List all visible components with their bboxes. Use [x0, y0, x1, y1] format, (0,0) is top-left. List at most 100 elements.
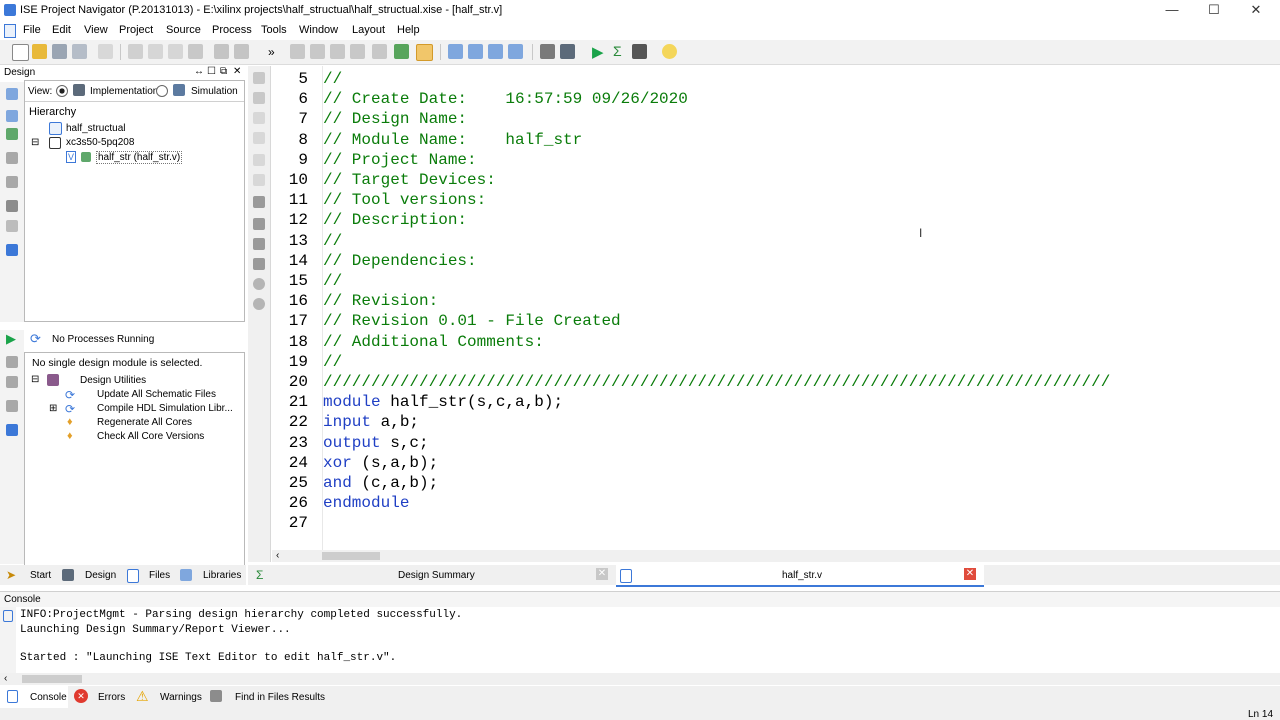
- new-source-icon[interactable]: [6, 88, 18, 100]
- find-icon[interactable]: [253, 196, 265, 208]
- implementation-label[interactable]: Implementation: [90, 86, 158, 97]
- code-line[interactable]: // Additional Comments:: [323, 333, 544, 351]
- code-line[interactable]: endmodule: [323, 494, 409, 512]
- item-expander[interactable]: ⊞: [49, 403, 57, 414]
- run-icon[interactable]: ▶: [592, 43, 604, 61]
- code-line[interactable]: // Tool versions:: [323, 191, 486, 209]
- replace-icon[interactable]: [253, 218, 265, 230]
- tab-warnings[interactable]: Warnings: [160, 692, 202, 703]
- menu-layout[interactable]: Layout: [352, 24, 385, 36]
- menu-process[interactable]: Process: [212, 24, 252, 36]
- select-icon[interactable]: [416, 44, 433, 61]
- tab-design-summary[interactable]: Design Summary: [398, 570, 475, 581]
- report-icon[interactable]: [6, 220, 18, 232]
- help-icon[interactable]: [560, 44, 575, 59]
- menu-view[interactable]: View: [84, 24, 108, 36]
- bookmark-icon[interactable]: [253, 154, 265, 166]
- panel-restore-icon[interactable]: ↔: [194, 66, 204, 77]
- menu-file[interactable]: File: [23, 24, 41, 36]
- tree-project[interactable]: half_structual: [66, 123, 125, 134]
- cascade-icon[interactable]: [448, 44, 463, 59]
- hierarchy-icon[interactable]: [6, 152, 18, 164]
- group-expander[interactable]: ⊟: [31, 374, 39, 385]
- new-icon[interactable]: [12, 44, 29, 61]
- scroll-left-icon[interactable]: ‹: [276, 550, 279, 561]
- uncomment-icon[interactable]: [253, 132, 265, 144]
- code-line[interactable]: // Revision 0.01 - File Created: [323, 312, 621, 330]
- tile-vertical-icon[interactable]: [488, 44, 503, 59]
- code-line[interactable]: // Revision:: [323, 292, 438, 310]
- console-scroll-thumb[interactable]: [22, 675, 82, 683]
- rerun-icon[interactable]: [6, 356, 18, 368]
- outdent-icon[interactable]: [253, 92, 265, 104]
- cut-icon[interactable]: [128, 44, 143, 59]
- code-line[interactable]: //: [323, 272, 342, 290]
- code-line[interactable]: ////////////////////////////////////////…: [323, 373, 1110, 391]
- rerun-all-icon[interactable]: [6, 376, 18, 388]
- process-item[interactable]: Check All Core Versions: [97, 431, 204, 442]
- tree-device[interactable]: xc3s50-5pq208: [66, 137, 134, 148]
- paste-icon[interactable]: [168, 44, 183, 59]
- maximize-button[interactable]: ☐: [1200, 1, 1228, 19]
- menu-window[interactable]: Window: [299, 24, 338, 36]
- add-source-icon[interactable]: [6, 110, 18, 122]
- console-scrollbar[interactable]: ‹: [0, 673, 1280, 685]
- code-line[interactable]: // Target Devices:: [323, 171, 496, 189]
- code-line[interactable]: //: [323, 353, 342, 371]
- find-prev-icon[interactable]: [253, 258, 265, 270]
- close-tab-icon[interactable]: ✕: [596, 568, 608, 580]
- design-goals-icon[interactable]: [540, 44, 555, 59]
- console-output[interactable]: INFO:ProjectMgmt - Parsing design hierar…: [0, 607, 1280, 673]
- code-line[interactable]: input a,b;: [323, 413, 419, 431]
- process-item[interactable]: Update All Schematic Files: [97, 389, 216, 400]
- undo-icon[interactable]: [214, 44, 229, 59]
- menu-edit[interactable]: Edit: [52, 24, 71, 36]
- redo-icon[interactable]: [234, 44, 249, 59]
- run-process-icon[interactable]: ▶: [6, 331, 16, 347]
- code-line[interactable]: xor (s,a,b);: [323, 454, 438, 472]
- code-line[interactable]: module half_str(s,c,a,b);: [323, 393, 563, 411]
- tab-start[interactable]: Start: [30, 570, 51, 581]
- tab-libraries[interactable]: Libraries: [203, 570, 241, 581]
- menu-help[interactable]: Help: [397, 24, 420, 36]
- simulation-label[interactable]: Simulation: [191, 86, 238, 97]
- tab-console[interactable]: Console: [30, 692, 67, 703]
- panel-maximize-icon[interactable]: ⧉: [220, 66, 227, 77]
- menu-project[interactable]: Project: [119, 24, 153, 36]
- menu-source[interactable]: Source: [166, 24, 201, 36]
- tab-design[interactable]: Design: [85, 570, 116, 581]
- copy-icon[interactable]: [148, 44, 163, 59]
- stop-icon[interactable]: [6, 400, 18, 412]
- code-line[interactable]: // Description:: [323, 211, 467, 229]
- code-line[interactable]: // Project Name:: [323, 151, 477, 169]
- horizontal-scrollbar[interactable]: ‹: [272, 550, 1280, 562]
- panel-close-icon[interactable]: ✕: [233, 66, 241, 77]
- delete-icon[interactable]: [188, 44, 203, 59]
- code-editor[interactable]: 5 // 6 // Create Date: 16:57:59 09/26/2020 7…: [272, 66, 1280, 562]
- tree-expander[interactable]: ⊟: [31, 137, 39, 148]
- print-icon[interactable]: [98, 44, 113, 59]
- float-window-icon[interactable]: [508, 44, 523, 59]
- toolbar-overflow-icon[interactable]: »: [268, 45, 275, 59]
- process-item[interactable]: Compile HDL Simulation Libr...: [97, 403, 233, 414]
- zoom-select-icon[interactable]: [350, 44, 365, 59]
- save-all-icon[interactable]: [72, 44, 87, 59]
- scroll-left-icon[interactable]: ‹: [4, 673, 7, 684]
- goto-icon[interactable]: [253, 174, 265, 186]
- key-icon[interactable]: [632, 44, 647, 59]
- tree-module[interactable]: half_str (half_str.v): [96, 151, 183, 164]
- language-icon[interactable]: [253, 298, 265, 310]
- properties-icon[interactable]: [6, 176, 18, 188]
- indent-icon[interactable]: [253, 72, 265, 84]
- tab-errors[interactable]: Errors: [98, 692, 125, 703]
- add-copy-icon[interactable]: [6, 128, 18, 140]
- panel-float-icon[interactable]: ☐: [207, 66, 216, 77]
- code-line[interactable]: output s,c;: [323, 434, 429, 452]
- window-icon[interactable]: [6, 244, 18, 256]
- simulation-radio[interactable]: [156, 85, 168, 97]
- close-tab-icon[interactable]: ✕: [964, 568, 976, 580]
- open-icon[interactable]: [32, 44, 47, 59]
- remove-icon[interactable]: [6, 200, 18, 212]
- refresh-icon[interactable]: [394, 44, 409, 59]
- zoom-out-icon[interactable]: [310, 44, 325, 59]
